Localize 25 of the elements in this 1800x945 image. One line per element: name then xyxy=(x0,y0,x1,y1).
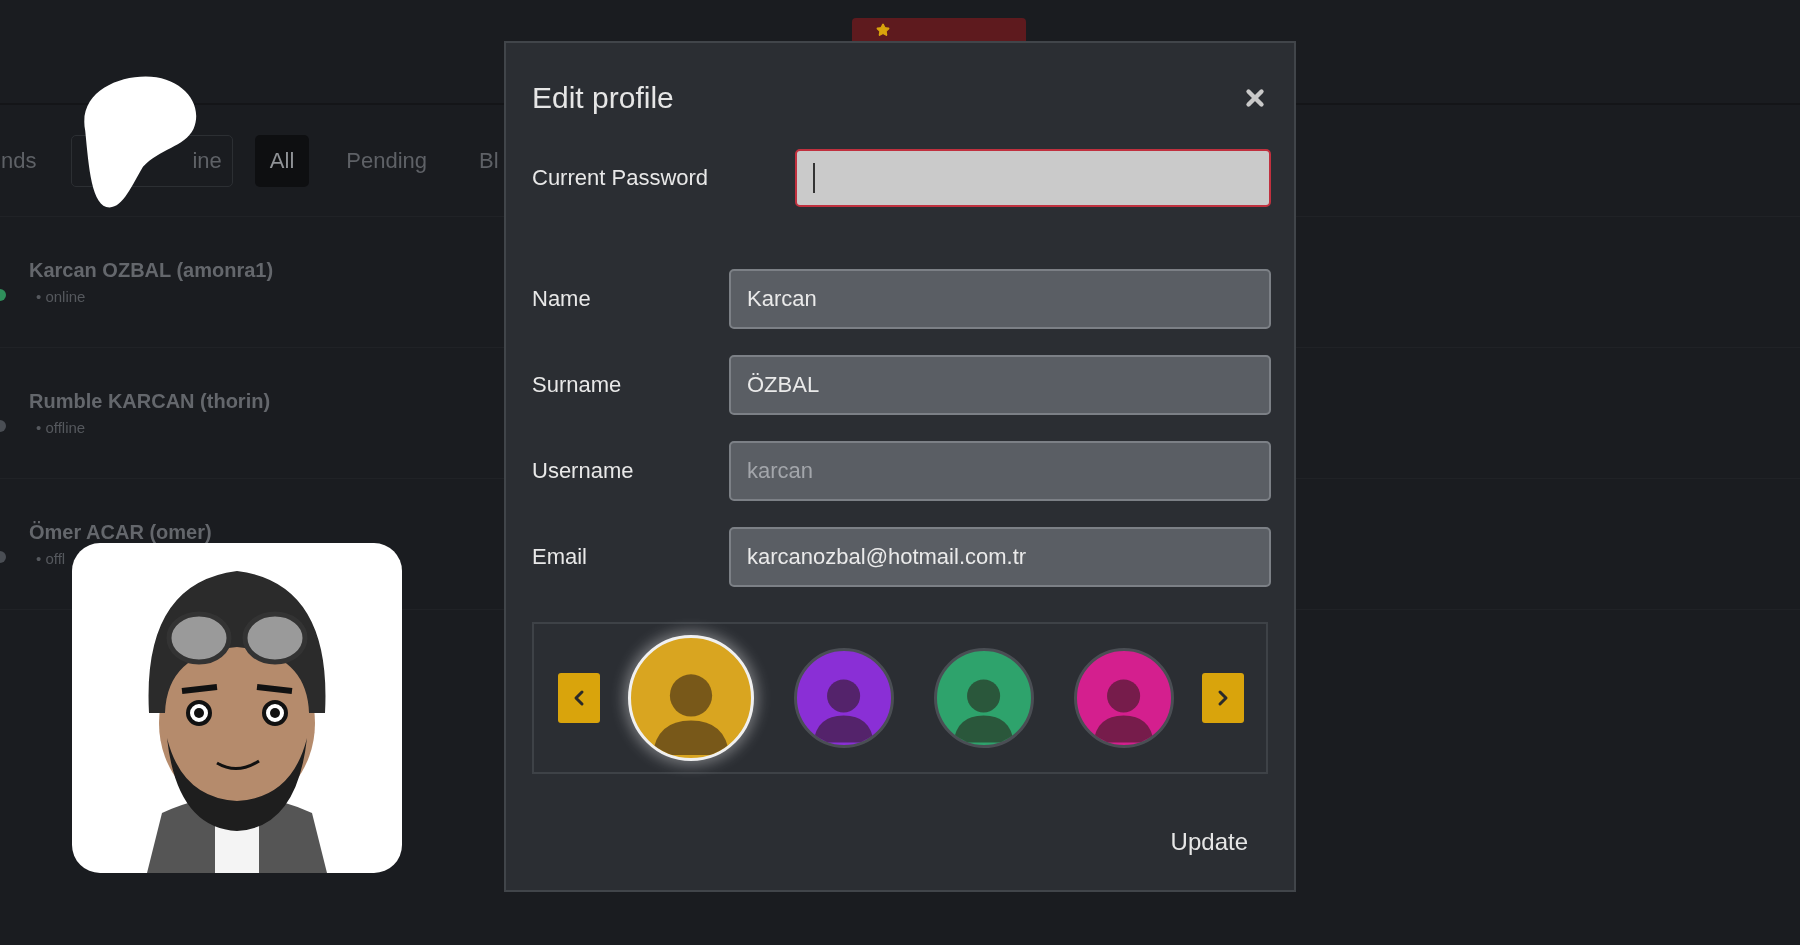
field-label: Surname xyxy=(532,372,623,398)
friend-name: Ömer ACAR (omer) xyxy=(29,521,212,544)
friend-name: Karcan OZBAL (amonra1) xyxy=(29,259,274,282)
filter-tab[interactable]: ine xyxy=(192,145,222,176)
field-label: Current Password xyxy=(532,165,710,191)
text-field[interactable]: karcanozbal@hotmail.com.tr xyxy=(729,527,1271,587)
filter-tab[interactable]: Pending xyxy=(331,134,443,187)
password-field[interactable] xyxy=(795,149,1271,207)
friend-status: • offline xyxy=(35,419,87,436)
filter-tab[interactable]: nds xyxy=(0,134,52,187)
text-field[interactable]: Karcan xyxy=(729,269,1271,329)
text-field[interactable]: ÖZBAL xyxy=(729,355,1271,415)
update-button[interactable]: Update xyxy=(1170,822,1248,862)
field-label: Name xyxy=(532,286,592,312)
friend-name: Rumble KARCAN (thorin) xyxy=(29,390,271,413)
field-label: Email xyxy=(532,544,588,570)
dialog-title: Edit profile xyxy=(532,81,674,115)
filter-tab[interactable]: All xyxy=(254,134,310,187)
previous-button[interactable] xyxy=(558,673,600,723)
star-icon xyxy=(876,23,890,37)
field-label: Username xyxy=(532,458,635,484)
text-field[interactable]: karcan xyxy=(729,441,1271,501)
friend-status: • offl xyxy=(35,550,67,567)
next-button[interactable] xyxy=(1202,673,1244,723)
friend-status: • online xyxy=(35,288,87,305)
